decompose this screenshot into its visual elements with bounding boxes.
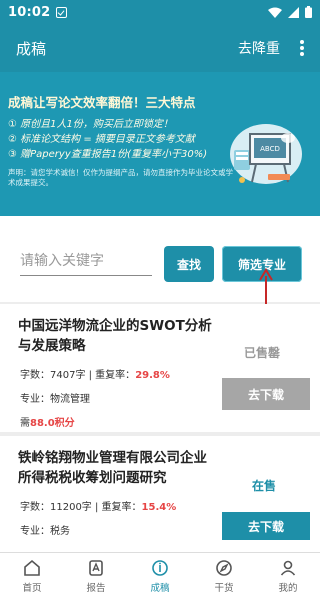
- nav-label-home: 首页: [22, 583, 42, 594]
- paper-points: 需88.0积分: [20, 414, 75, 429]
- download-button[interactable]: 去下载: [222, 512, 310, 540]
- app-bar: 成稿 去降重: [0, 24, 320, 72]
- paper-title[interactable]: 铁岭铭翔物业管理有限公司企业所得税税收筹划问题研究: [18, 448, 214, 488]
- nav-label-draft: 成稿: [150, 583, 170, 594]
- nav-item-tips[interactable]: 干货: [192, 553, 256, 600]
- status-badge-on-sale: 在售: [252, 479, 277, 493]
- banner-headline: 成稿让写论文效率翻倍！三大特点: [8, 95, 196, 110]
- home-icon: [24, 559, 40, 576]
- wifi-icon: [268, 7, 282, 18]
- paper-card[interactable]: 中国远洋物流企业的SWOT分析与发展策略 字数：7407字 | 重复率：29.8…: [0, 304, 320, 432]
- nav-item-report[interactable]: 报告: [64, 553, 128, 600]
- points-prefix: 需: [20, 418, 30, 429]
- battery-icon: [305, 6, 312, 18]
- paper-domain: 专业：税务: [20, 526, 70, 537]
- status-time: 10:02: [8, 4, 51, 20]
- blackboard-text: ABCD: [260, 145, 280, 153]
- notification-icon: [56, 6, 68, 18]
- status-bar: 10:02: [0, 0, 320, 24]
- more-options-icon[interactable]: [296, 39, 308, 57]
- banner-disclaimer: 声明：请您学术诚信！仅作为提纲产品，请勿直接作为毕业论文或学术成果提交。: [8, 168, 233, 187]
- compass-icon: [216, 560, 232, 576]
- status-badge-sold-out: 已售罄: [244, 346, 281, 360]
- promo-banner[interactable]: 成稿让写论文效率翻倍！三大特点 ① 原创且1人1份，购买后立即锁定！ ② 标准论…: [0, 72, 320, 216]
- word-count-label: 字数：11200字 | 重复率：: [20, 502, 142, 513]
- paper-title[interactable]: 中国远洋物流企业的SWOT分析与发展策略: [18, 316, 214, 356]
- blackboard-illustration: ABCD: [230, 124, 302, 184]
- nav-item-home[interactable]: 首页: [0, 553, 64, 600]
- page-title: 成稿: [16, 39, 47, 58]
- paper-meta: 字数：7407字 | 重复率：29.8%: [20, 366, 170, 381]
- bottom-nav: 首页 报告 成稿 干货 我的: [0, 552, 320, 600]
- deduplicate-button[interactable]: 去降重: [238, 38, 280, 58]
- nav-item-me[interactable]: 我的: [256, 553, 320, 600]
- points-value: 88.0积分: [30, 418, 75, 429]
- word-count-label: 字数：7407字 | 重复率：: [20, 370, 136, 381]
- download-button[interactable]: 去下载: [222, 378, 310, 410]
- draft-icon: [152, 560, 168, 576]
- user-icon: [280, 560, 296, 576]
- repeat-rate: 15.4%: [141, 502, 177, 513]
- nav-label-tips: 干货: [214, 583, 234, 594]
- paper-domain: 专业：物流管理: [20, 394, 90, 405]
- nav-label-me: 我的: [278, 583, 298, 594]
- keyword-search-input[interactable]: [20, 246, 152, 276]
- paper-meta: 字数：11200字 | 重复率：15.4%: [20, 498, 176, 513]
- paper-card[interactable]: 铁岭铭翔物业管理有限公司企业所得税税收筹划问题研究 字数：11200字 | 重复…: [0, 436, 320, 552]
- repeat-rate: 29.8%: [135, 370, 170, 381]
- nav-item-draft[interactable]: 成稿: [128, 553, 192, 600]
- search-button[interactable]: 查找: [164, 246, 214, 282]
- nav-label-report: 报告: [86, 583, 106, 594]
- signal-icon: [288, 6, 299, 18]
- report-icon: [89, 560, 103, 576]
